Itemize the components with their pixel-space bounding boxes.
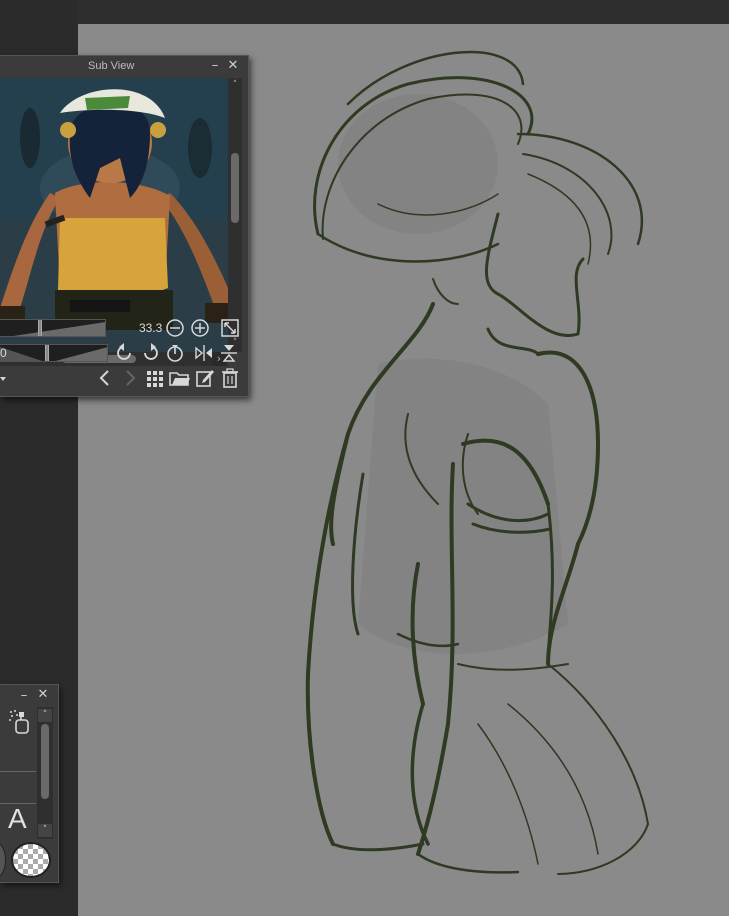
next-icon: [120, 368, 140, 388]
zoom-value: 33.3: [139, 321, 163, 335]
vertical-scrollbar[interactable]: ˄ ˅: [37, 707, 53, 839]
fit-view-icon[interactable]: [220, 318, 240, 338]
sub-view-panel: Sub View – ✕ ˄ ˅ › 33.3 0: [0, 55, 249, 397]
scroll-up-arrow[interactable]: ˄: [38, 709, 52, 722]
scroll-up-arrow[interactable]: ˄: [228, 78, 242, 92]
zoom-out-icon[interactable]: [165, 318, 185, 338]
dropdown-arrow-icon[interactable]: [0, 368, 8, 388]
rotate-slider-ramp: [0, 347, 107, 361]
zoom-slider-ramp: [13, 322, 105, 336]
rotate-left-icon[interactable]: [115, 343, 135, 363]
sub-view-titlebar[interactable]: Sub View – ✕: [0, 56, 248, 78]
top-bar: [78, 0, 729, 24]
transparent-color-icon[interactable]: [11, 842, 51, 878]
rotate-slider-knob[interactable]: [45, 345, 49, 361]
flip-vertical-icon[interactable]: [219, 343, 239, 363]
airbrush-icon[interactable]: [8, 709, 29, 734]
rotate-slider[interactable]: 0: [0, 344, 108, 362]
divider: [0, 771, 36, 772]
reference-image[interactable]: [0, 78, 228, 352]
rotate-value: 0: [0, 346, 7, 360]
scroll-thumb[interactable]: [41, 724, 49, 799]
open-folder-icon[interactable]: [169, 368, 190, 388]
edit-icon[interactable]: [195, 368, 215, 388]
close-button[interactable]: ✕: [36, 687, 50, 703]
scroll-down-arrow[interactable]: ˅: [38, 824, 52, 837]
grid-icon[interactable]: [145, 368, 165, 388]
flip-horizontal-icon[interactable]: [194, 343, 214, 363]
close-button[interactable]: ✕: [226, 58, 240, 74]
vertical-scrollbar[interactable]: ˄ ˅: [228, 78, 242, 352]
reference-illustration: [0, 78, 228, 352]
reset-rotation-icon[interactable]: [165, 343, 185, 363]
zoom-in-icon[interactable]: [190, 318, 210, 338]
zoom-row: 33.3: [0, 317, 249, 339]
zoom-slider[interactable]: [0, 319, 106, 337]
tool-property-panel: – ✕ A ˄ ˅: [0, 684, 59, 883]
sub-view-title: Sub View: [88, 60, 135, 72]
scroll-thumb[interactable]: [231, 153, 239, 223]
rotate-right-icon[interactable]: [140, 343, 160, 363]
previous-icon[interactable]: [95, 368, 115, 388]
zoom-slider-knob[interactable]: [38, 320, 42, 336]
minimize-button[interactable]: –: [208, 58, 222, 74]
subview-toolbar: [0, 367, 249, 389]
trash-icon[interactable]: [220, 368, 240, 388]
rotate-row: 0: [0, 342, 249, 364]
minimize-button[interactable]: –: [17, 688, 31, 704]
main-color-swatch[interactable]: [0, 842, 6, 878]
text-icon[interactable]: A: [8, 803, 27, 835]
